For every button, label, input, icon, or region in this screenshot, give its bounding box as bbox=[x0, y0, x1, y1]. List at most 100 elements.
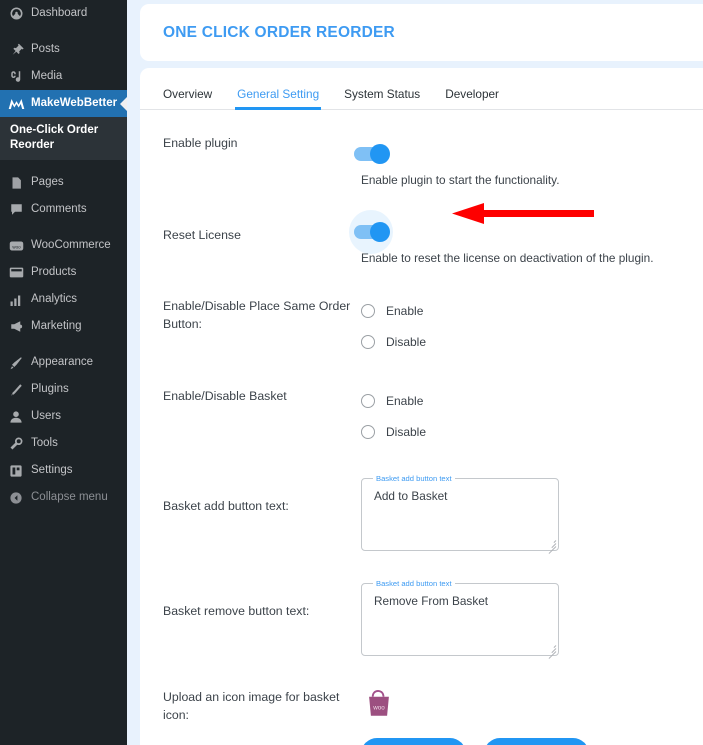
sidebar-item-products[interactable]: Products bbox=[0, 259, 127, 286]
settings-card: Overview General Setting System Status D… bbox=[140, 68, 703, 745]
svg-text:woo: woo bbox=[372, 704, 385, 711]
marketing-icon bbox=[7, 318, 25, 336]
sidebar-item-pages[interactable]: Pages bbox=[0, 169, 127, 196]
sidebar-item-label: Tools bbox=[31, 436, 58, 449]
sidebar-item-analytics[interactable]: Analytics bbox=[0, 286, 127, 313]
sidebar-item-label: Plugins bbox=[31, 382, 69, 395]
sidebar-item-woocommerce[interactable]: woo WooCommerce bbox=[0, 232, 127, 259]
tab-system-status[interactable]: System Status bbox=[344, 87, 420, 109]
resize-handle-icon[interactable] bbox=[546, 538, 557, 554]
sidebar-item-comments[interactable]: Comments bbox=[0, 196, 127, 223]
sidebar-separator bbox=[0, 27, 127, 36]
sidebar-item-label: Users bbox=[31, 409, 62, 422]
basket-option-disable[interactable]: Disable bbox=[361, 416, 703, 447]
sidebar-item-label: Pages bbox=[31, 175, 64, 188]
basket-remove-button-value: Remove From Basket bbox=[374, 593, 489, 608]
pin-icon bbox=[7, 41, 25, 59]
basket-remove-button-legend: Basket add button text bbox=[376, 579, 452, 588]
sidebar-item-media[interactable]: Media bbox=[0, 63, 127, 90]
users-icon bbox=[7, 408, 25, 426]
enable-plugin-label: Enable plugin bbox=[163, 136, 238, 150]
sidebar-item-label: Dashboard bbox=[31, 6, 88, 19]
appearance-icon bbox=[7, 354, 25, 372]
pages-icon bbox=[7, 174, 25, 192]
analytics-icon bbox=[7, 291, 25, 309]
resize-handle-icon[interactable] bbox=[546, 643, 557, 659]
sidebar-item-marketing[interactable]: Marketing bbox=[0, 313, 127, 340]
tools-icon bbox=[7, 435, 25, 453]
row-basket-remove-button-text: Basket remove button text: Basket add bu… bbox=[140, 579, 703, 659]
place-same-order-option-disable[interactable]: Disable bbox=[361, 326, 703, 357]
sidebar-item-label: MakeWebBetter bbox=[31, 96, 118, 109]
comments-icon bbox=[7, 201, 25, 219]
enable-plugin-helper-text: Enable plugin to start the functionality… bbox=[361, 173, 560, 187]
sidebar-item-label: Appearance bbox=[31, 355, 94, 368]
sidebar-item-label: Analytics bbox=[31, 292, 78, 305]
tab-developer[interactable]: Developer bbox=[445, 87, 499, 109]
sidebar-item-label: WooCommerce bbox=[31, 238, 111, 251]
basket-option-enable[interactable]: Enable bbox=[361, 385, 703, 416]
tab-bar: Overview General Setting System Status D… bbox=[140, 68, 703, 110]
radio-icon bbox=[361, 424, 375, 439]
products-icon bbox=[7, 264, 25, 282]
sidebar-separator bbox=[0, 223, 127, 232]
tab-overview[interactable]: Overview bbox=[163, 87, 212, 109]
row-reset-license: Reset License Enable to reset the licens… bbox=[140, 210, 703, 265]
basket-remove-button-textarea[interactable]: Basket add button text Remove From Baske… bbox=[361, 579, 559, 659]
upload-icon-button[interactable]: Upload Icon bbox=[361, 738, 466, 745]
page-title-card: ONE CLICK ORDER REORDER bbox=[140, 4, 703, 61]
row-basket-add-button-text: Basket add button text: Basket add butto… bbox=[140, 474, 703, 554]
collapse-icon bbox=[7, 489, 25, 507]
sidebar-item-label: Marketing bbox=[31, 319, 82, 332]
radio-icon bbox=[361, 393, 375, 408]
radio-icon bbox=[361, 334, 375, 349]
row-basket-enable: Enable/Disable Basket Enable Disable bbox=[140, 385, 703, 447]
basket-add-button-value: Add to Basket bbox=[374, 488, 448, 503]
enable-plugin-toggle[interactable] bbox=[349, 132, 393, 176]
reset-license-toggle[interactable] bbox=[349, 210, 393, 254]
reset-license-helper-text: Enable to reset the license on deactivat… bbox=[361, 251, 654, 265]
woocommerce-icon: woo bbox=[7, 237, 25, 255]
radio-label: Enable bbox=[386, 393, 424, 408]
sidebar-submenu-makewebbetter: One-Click Order Reorder bbox=[0, 117, 127, 160]
sidebar-item-label: Settings bbox=[31, 463, 73, 476]
reset-license-label: Reset License bbox=[163, 228, 241, 242]
basket-add-button-textarea[interactable]: Basket add button text Add to Basket bbox=[361, 474, 559, 554]
sidebar-item-makewebbetter[interactable]: MakeWebBetter bbox=[0, 90, 127, 117]
sidebar-item-settings[interactable]: Settings bbox=[0, 457, 127, 484]
sidebar-item-collapse-menu[interactable]: Collapse menu bbox=[0, 484, 127, 511]
sidebar-item-label: Media bbox=[31, 69, 63, 82]
page-title: ONE CLICK ORDER REORDER bbox=[163, 23, 395, 41]
sidebar-item-appearance[interactable]: Appearance bbox=[0, 349, 127, 376]
place-same-order-option-enable[interactable]: Enable bbox=[361, 295, 703, 326]
radio-label: Enable bbox=[386, 303, 424, 318]
basket-add-button-legend: Basket add button text bbox=[376, 474, 452, 483]
sidebar-item-posts[interactable]: Posts bbox=[0, 36, 127, 63]
sidebar-item-tools[interactable]: Tools bbox=[0, 430, 127, 457]
place-same-order-label: Enable/Disable Place Same Order Button: bbox=[163, 299, 351, 331]
remove-icon-button[interactable]: Remove Icon bbox=[484, 738, 589, 745]
basket-enable-label: Enable/Disable Basket bbox=[163, 389, 287, 403]
sidebar-item-dashboard[interactable]: Dashboard bbox=[0, 0, 127, 27]
makewebbetter-icon bbox=[7, 95, 25, 113]
radio-label: Disable bbox=[386, 424, 427, 439]
basket-add-button-text-label: Basket add button text: bbox=[163, 499, 289, 513]
dashboard-icon bbox=[7, 5, 25, 23]
switch-track bbox=[354, 222, 390, 242]
row-place-same-order: Enable/Disable Place Same Order Button: … bbox=[140, 295, 703, 357]
basket-icon-upload-label: Upload an icon image for basket icon: bbox=[163, 690, 340, 722]
switch-knob bbox=[370, 144, 390, 164]
tab-general-setting[interactable]: General Setting bbox=[235, 87, 322, 110]
sidebar-item-plugins[interactable]: Plugins bbox=[0, 376, 127, 403]
plugins-icon bbox=[7, 381, 25, 399]
row-enable-plugin: Enable plugin Enable plugin to start the… bbox=[140, 132, 703, 187]
sidebar-item-users[interactable]: Users bbox=[0, 403, 127, 430]
radio-label: Disable bbox=[386, 334, 427, 349]
sidebar-item-label: Posts bbox=[31, 42, 60, 55]
admin-sidebar: Dashboard Posts Media MakeWebBetter One-… bbox=[0, 0, 127, 745]
basket-remove-button-text-label: Basket remove button text: bbox=[163, 604, 310, 618]
sidebar-item-label: Products bbox=[31, 265, 77, 278]
sidebar-item-one-click-order-reorder[interactable]: One-Click Order Reorder bbox=[10, 123, 127, 153]
sidebar-item-label: Comments bbox=[31, 202, 87, 215]
